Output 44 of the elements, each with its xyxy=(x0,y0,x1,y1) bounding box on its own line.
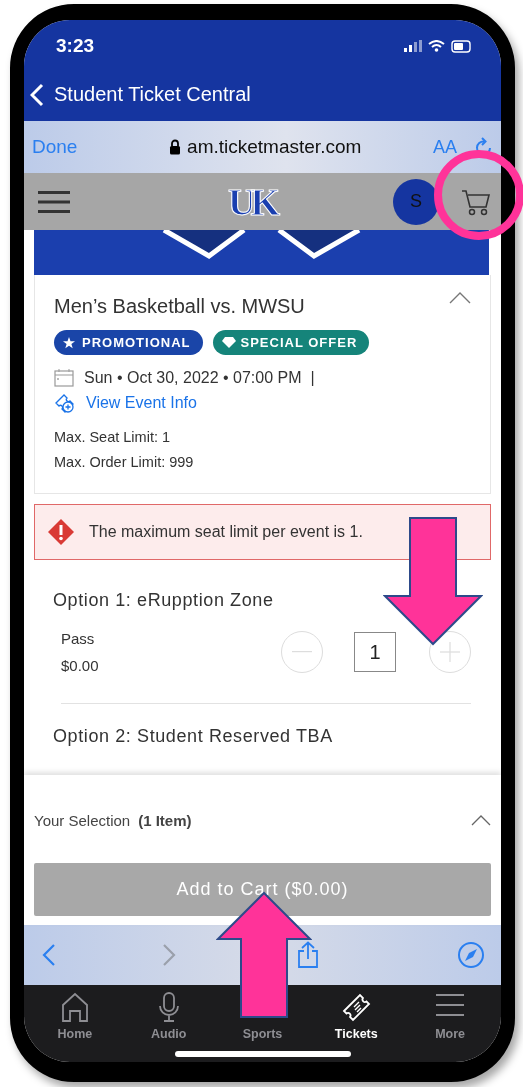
wifi-icon xyxy=(428,40,445,52)
selection-label: Your Selection xyxy=(34,811,131,829)
lock-icon xyxy=(169,139,182,155)
home-icon xyxy=(59,991,90,1023)
diamond-icon xyxy=(221,336,236,349)
cart-icon[interactable] xyxy=(461,187,491,216)
plus-icon xyxy=(440,642,460,662)
alert-message: The maximum seat limit per event is 1. xyxy=(89,523,363,541)
ticket-price: $0.00 xyxy=(61,656,100,676)
tag-badge: SPECIAL OFFER xyxy=(212,330,370,355)
tab-item[interactable]: Sports xyxy=(242,1027,283,1041)
calendar-icon xyxy=(54,368,74,387)
tag-badge: PROMOTIONAL xyxy=(54,330,203,355)
ticket-icon xyxy=(341,991,372,1023)
limit-text: Max. Seat Limit: 1 xyxy=(54,428,172,447)
share-icon[interactable] xyxy=(296,941,320,969)
chevron-icon[interactable] xyxy=(449,291,471,305)
battery-icon xyxy=(451,39,471,53)
increase-button[interactable] xyxy=(429,631,471,673)
ticket-plus-icon xyxy=(54,393,76,413)
chevron-icon[interactable] xyxy=(471,814,491,826)
ticket-name: Pass xyxy=(61,629,96,649)
tab-item[interactable]: Home xyxy=(57,991,93,1041)
clock: 3:23 xyxy=(56,34,95,57)
event-date: Sun • Oct 30, 2022 • 07:00 PM | xyxy=(84,368,315,387)
warning-icon xyxy=(47,518,75,546)
tab-item[interactable]: Audio xyxy=(151,991,187,1041)
compass-icon[interactable] xyxy=(457,941,485,969)
tab-item[interactable]: Tickets xyxy=(334,991,378,1041)
event-title: Men’s Basketball vs. MWSU xyxy=(54,295,305,318)
view-event-info-link[interactable]: View Event Info xyxy=(54,393,471,413)
option-title: Option 2: Student Reserved TBA xyxy=(53,726,334,747)
option-title: Option 1: eRupption Zone xyxy=(53,590,275,611)
menu-icon[interactable] xyxy=(38,189,70,214)
site-logo[interactable]: UK xyxy=(110,179,393,224)
star-icon xyxy=(63,336,77,349)
signal-icon xyxy=(404,40,422,52)
limit-text: Max. Order Limit: 999 xyxy=(54,453,195,472)
url-text: am.ticketmaster.com xyxy=(187,136,362,158)
tab-item[interactable]: More xyxy=(435,991,466,1041)
screen-title: Student Ticket Central xyxy=(54,83,251,106)
quantity-field[interactable]: 1 xyxy=(354,632,396,672)
minus-icon xyxy=(292,651,312,653)
selection-count: (1 Item) xyxy=(138,811,193,829)
